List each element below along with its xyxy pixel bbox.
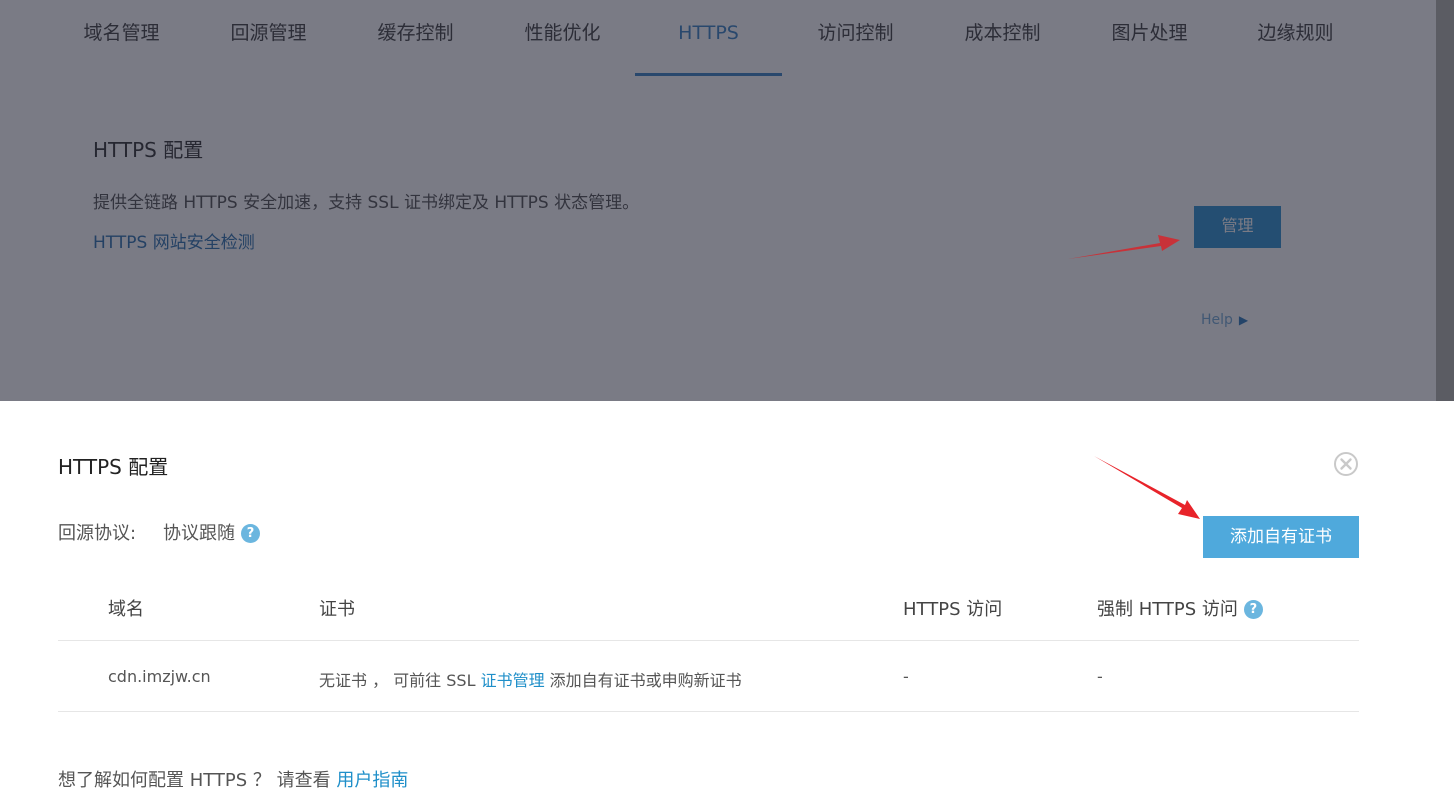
table-divider (58, 640, 1359, 641)
https-config-modal: HTTPS 配置 回源协议: 协议跟随? 添加自有证书 域名 证书 HTTPS … (0, 401, 1454, 800)
origin-protocol-value: 协议跟随? (163, 519, 260, 545)
user-guide-link[interactable]: 用户指南 (336, 770, 408, 791)
header-domain: 域名 (108, 599, 144, 620)
origin-protocol-label: 回源协议: (58, 523, 137, 544)
help-label: Help (1201, 312, 1233, 328)
cell-certificate: 无证书 ， 可前往 SSL 证书管理 添加自有证书或申购新证书 (319, 667, 742, 691)
header-force-https: 强制 HTTPS 访问? (1097, 595, 1263, 621)
security-check-link[interactable]: HTTPS 网站安全检测 (93, 228, 255, 253)
tab-image-processing[interactable]: 图片处理 (1076, 0, 1223, 76)
section-description: 提供全链路 HTTPS 安全加速，支持 SSL 证书绑定及 HTTPS 状态管理… (93, 193, 640, 213)
origin-protocol-text: 协议跟随 (163, 523, 235, 544)
tab-performance[interactable]: 性能优化 (489, 0, 636, 76)
header-certificate: 证书 (319, 599, 355, 620)
tab-domain-management[interactable]: 域名管理 (48, 0, 195, 76)
play-triangle-icon: ▶ (1238, 313, 1249, 327)
question-circle-icon[interactable]: ? (1243, 600, 1263, 619)
manage-button[interactable]: 管理 (1194, 206, 1281, 248)
header-force-https-label: 强制 HTTPS 访问 (1097, 599, 1238, 620)
modal-title: HTTPS 配置 (58, 455, 169, 479)
cert-text-prefix: 无证书 ， 可前往 SSL (319, 671, 481, 690)
background-page: 域名管理 回源管理 缓存控制 性能优化 HTTPS 访问控制 成本控制 图片处理… (0, 0, 1454, 401)
help-link[interactable]: Help ▶ (1201, 312, 1248, 328)
cell-https-access: - (903, 667, 909, 686)
tab-https[interactable]: HTTPS (635, 0, 782, 76)
footer-prefix: 想了解如何配置 HTTPS ？ 请查看 (58, 770, 337, 791)
cert-text-suffix: 添加自有证书或申购新证书 (544, 671, 742, 690)
close-circle-icon[interactable] (1333, 451, 1359, 477)
tab-edge-rules[interactable]: 边缘规则 (1222, 0, 1369, 76)
cell-force-https: - (1097, 667, 1103, 686)
add-own-certificate-button[interactable]: 添加自有证书 (1203, 516, 1359, 558)
table-divider (58, 711, 1359, 712)
certificate-management-link[interactable]: 证书管理 (481, 671, 545, 690)
section-title: HTTPS 配置 (93, 138, 204, 162)
tab-origin-management[interactable]: 回源管理 (195, 0, 342, 76)
tab-cost-control[interactable]: 成本控制 (929, 0, 1076, 76)
footer-guide-text: 想了解如何配置 HTTPS ？ 请查看 用户指南 (58, 766, 408, 792)
tab-access-control[interactable]: 访问控制 (782, 0, 929, 76)
header-https-access: HTTPS 访问 (903, 599, 1003, 620)
question-circle-icon[interactable]: ? (241, 524, 260, 543)
tab-cache-control[interactable]: 缓存控制 (342, 0, 489, 76)
tab-bar: 域名管理 回源管理 缓存控制 性能优化 HTTPS 访问控制 成本控制 图片处理… (0, 0, 1454, 76)
cell-domain: cdn.imzjw.cn (108, 667, 211, 686)
